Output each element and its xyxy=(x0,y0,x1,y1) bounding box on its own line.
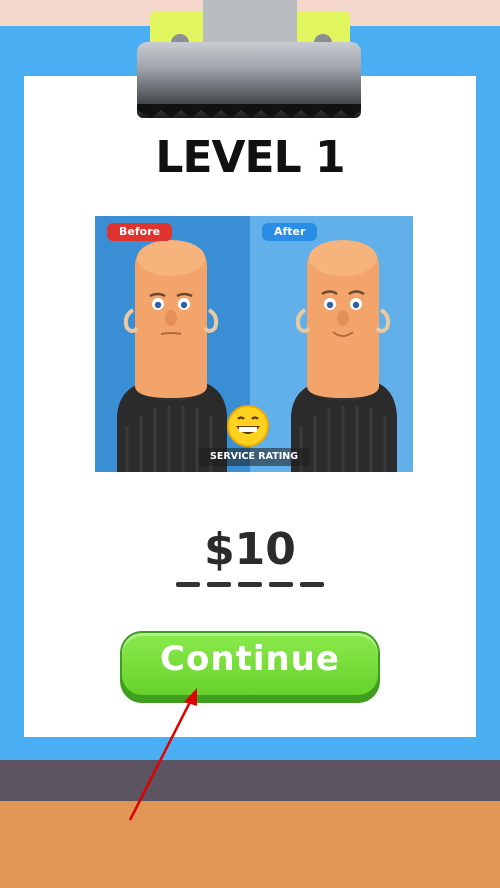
floor xyxy=(0,801,500,888)
clip-teeth xyxy=(137,104,361,118)
before-label: Before xyxy=(107,223,173,241)
level-title: LEVEL 1 xyxy=(155,132,345,183)
before-after-preview: Before After SERVICE RATING xyxy=(95,216,413,472)
reward-amount: $10 xyxy=(204,524,296,575)
clip-top xyxy=(203,0,297,44)
game-screen: LEVEL 1 Before After SERVICE RATING $10 … xyxy=(0,0,500,888)
reward-underline xyxy=(176,582,326,588)
continue-label: Continue xyxy=(160,639,340,679)
after-label: After xyxy=(262,223,318,241)
grinning-face-icon xyxy=(227,405,269,447)
underline-dash xyxy=(238,582,262,587)
underline-dash xyxy=(300,582,324,587)
underline-dash xyxy=(207,582,231,587)
underline-dash xyxy=(176,582,200,587)
underline-dash xyxy=(269,582,293,587)
continue-button[interactable]: Continue xyxy=(120,631,380,703)
service-rating-label: SERVICE RATING xyxy=(199,448,309,466)
counter-edge xyxy=(0,760,500,801)
